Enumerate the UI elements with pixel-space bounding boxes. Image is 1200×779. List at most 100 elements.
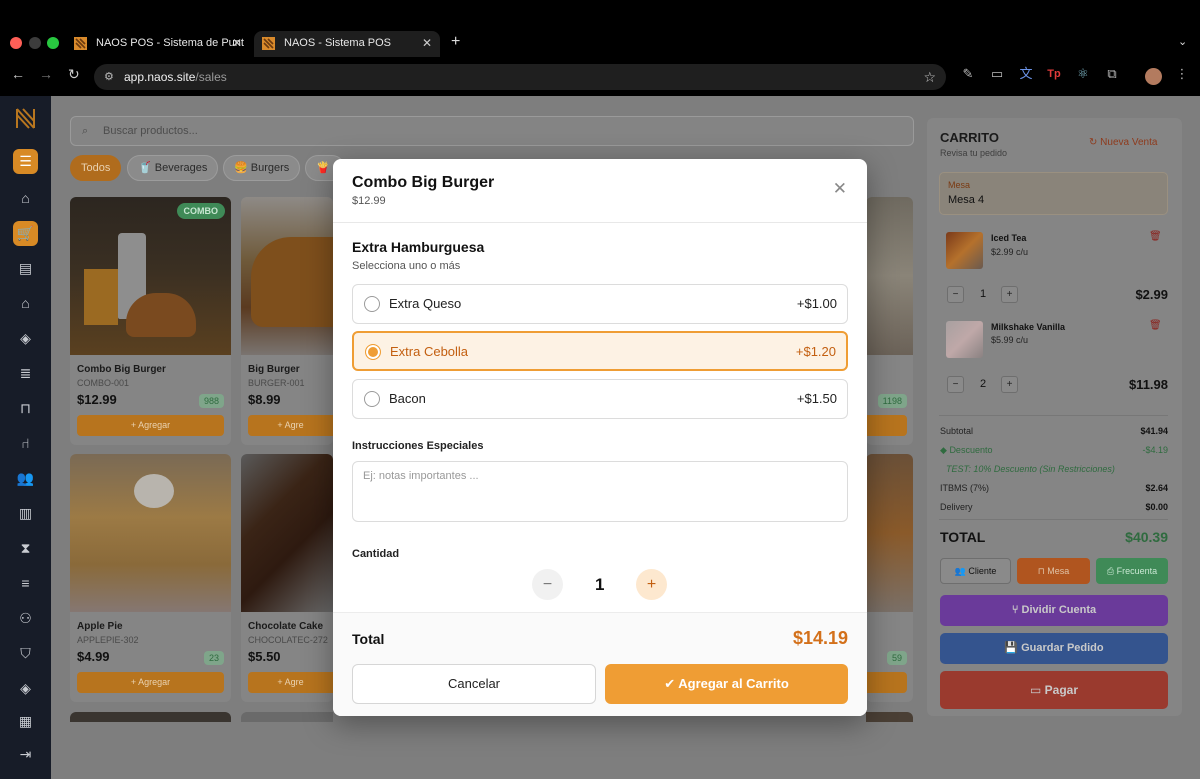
add-product-button[interactable]: + Agre	[248, 415, 333, 436]
profile-avatar[interactable]	[1145, 68, 1162, 85]
address-bar[interactable]: ⚙ app.naos.site/sales ☆	[94, 64, 946, 90]
subtotal-value: $41.94	[1140, 426, 1168, 436]
add-product-button[interactable]	[866, 415, 907, 436]
category-chip-beverages[interactable]: 🥤 Beverages	[127, 155, 219, 181]
building-icon[interactable]: ▦	[13, 709, 38, 734]
product-card[interactable]: 1198	[866, 197, 913, 445]
tax-value: $2.64	[1145, 483, 1168, 493]
close-icon[interactable]: ✕	[833, 179, 847, 199]
cart-nav-icon[interactable]: 🛒	[13, 221, 38, 246]
divider	[939, 519, 1168, 520]
product-search-input[interactable]: ⌕ Buscar productos...	[70, 116, 914, 146]
logout-icon[interactable]: ⇥	[13, 742, 38, 767]
qty-decrease-button[interactable]: −	[532, 569, 563, 600]
product-card[interactable]: Chocolate Cake CHOCOLATEC-272 $5.50 + Ag…	[241, 454, 333, 702]
react-extension-icon[interactable]: ⚛	[1075, 66, 1091, 82]
trash-icon[interactable]: 🗑	[1149, 320, 1162, 331]
food-icon: 🍟	[316, 162, 330, 174]
table-icon[interactable]: ⊓	[13, 396, 38, 421]
qty-increase-button[interactable]: +	[1001, 286, 1018, 303]
qty-increase-button[interactable]: +	[636, 569, 667, 600]
shield-icon[interactable]: ⛉	[13, 641, 38, 666]
client-button[interactable]: 👥 Cliente	[940, 558, 1011, 584]
tab-list-chevron-icon[interactable]: ⌄	[1178, 35, 1187, 48]
close-tab-icon[interactable]: ✕	[232, 31, 242, 55]
category-chip-burgers[interactable]: 🍔 Burgers	[223, 155, 301, 181]
qty-decrease-button[interactable]: −	[947, 286, 964, 303]
add-product-button[interactable]: + Agre	[248, 672, 333, 693]
tags-icon[interactable]: ◈	[13, 676, 38, 701]
frequent-button[interactable]: ⎙ Frecuenta	[1096, 558, 1168, 584]
archive-icon[interactable]: ▤	[13, 256, 38, 281]
browser-tab-2[interactable]: NAOS - Sistema POS ✕	[254, 31, 440, 57]
user-group-icon[interactable]: ⚇	[13, 606, 38, 631]
option-bacon[interactable]: Bacon +$1.50	[352, 379, 848, 419]
option-label: Bacon	[389, 391, 426, 406]
instructions-textarea[interactable]: Ej: notas importantes ...	[352, 461, 848, 522]
list-icon[interactable]: ≣	[13, 361, 38, 386]
forward-arrow-icon[interactable]: →	[39, 66, 53, 82]
cancel-button[interactable]: Cancelar	[352, 664, 596, 704]
table-field[interactable]: Mesa Mesa 4	[939, 172, 1168, 215]
pay-button[interactable]: ▭ Pagar	[940, 671, 1168, 709]
users-icon[interactable]: 👥	[13, 466, 38, 491]
new-sale-button[interactable]: ↻ Nueva Venta	[1089, 137, 1157, 148]
product-price: $5.50	[248, 649, 281, 664]
url-path: /sales	[195, 70, 227, 84]
card-extension-icon[interactable]: ▭	[989, 66, 1005, 82]
product-image	[241, 454, 333, 612]
tp-extension-icon[interactable]: Tp	[1046, 66, 1062, 82]
tag-icon[interactable]: ◈	[13, 326, 38, 351]
radio-button[interactable]	[364, 391, 380, 407]
product-name: Big Burger	[248, 364, 300, 375]
translate-extension-icon[interactable]: 文	[1018, 66, 1034, 82]
product-card[interactable]: 59	[866, 454, 913, 702]
add-product-button[interactable]	[866, 672, 907, 693]
document-icon[interactable]: ≡	[13, 571, 38, 596]
stock-badge: 23	[203, 651, 224, 665]
close-tab-icon[interactable]: ✕	[422, 31, 432, 55]
table-button[interactable]: ⊓ Mesa	[1017, 558, 1090, 584]
cart-item-unit-price: $2.99 c/u	[991, 247, 1029, 257]
save-order-button[interactable]: 💾 Guardar Pedido	[940, 633, 1168, 664]
product-card[interactable]: COMBO Combo Big Burger COMBO-001 $12.99 …	[70, 197, 231, 445]
trash-icon[interactable]: 🗑	[1149, 231, 1162, 242]
extensions-puzzle-icon[interactable]: ⧉	[1104, 66, 1120, 82]
qty-increase-button[interactable]: +	[1001, 376, 1018, 393]
bookmark-star-icon[interactable]: ☆	[923, 64, 936, 90]
pen-extension-icon[interactable]: ✎	[960, 66, 976, 82]
minimize-window-button[interactable]	[29, 37, 41, 49]
split-bill-button[interactable]: ⑂ Dividir Cuenta	[940, 595, 1168, 626]
maximize-window-button[interactable]	[47, 37, 59, 49]
store-icon[interactable]: ⌂	[13, 291, 38, 316]
add-product-button[interactable]: + Agregar	[77, 672, 224, 693]
back-arrow-icon[interactable]: ←	[11, 66, 25, 82]
product-card[interactable]: Apple Pie APPLEPIE-302 $4.99 23 + Agrega…	[70, 454, 231, 702]
qty-decrease-button[interactable]: −	[947, 376, 964, 393]
reload-icon[interactable]: ↻	[68, 66, 80, 83]
chair-icon[interactable]: ⑁	[13, 431, 38, 456]
add-to-cart-button[interactable]: ✔ Agregar al Carrito	[605, 664, 848, 704]
option-extra-cebolla[interactable]: Extra Cebolla +$1.20	[352, 331, 848, 371]
cart-item-total: $11.98	[1128, 377, 1168, 392]
close-window-button[interactable]	[10, 37, 22, 49]
browser-menu-icon[interactable]: ⋮	[1174, 66, 1190, 82]
burger-shape	[251, 237, 333, 327]
option-extra-queso[interactable]: Extra Queso +$1.00	[352, 284, 848, 324]
new-tab-button[interactable]: +	[451, 33, 460, 51]
site-settings-icon[interactable]: ⚙	[104, 64, 114, 90]
category-chip-todos[interactable]: Todos	[70, 155, 122, 181]
add-product-button[interactable]: + Agregar	[77, 415, 224, 436]
chart-icon[interactable]: ▥	[13, 501, 38, 526]
product-card[interactable]: Big Burger BURGER-001 $8.99 + Agre	[241, 197, 333, 445]
browser-tab-1[interactable]: NAOS POS - Sistema de Punt ✕	[66, 31, 250, 57]
hourglass-icon[interactable]: ⧗	[13, 536, 38, 561]
home-icon[interactable]: ⌂	[13, 186, 38, 211]
search-icon: ⌕	[82, 125, 89, 137]
browser-tab-title: NAOS POS - Sistema de Punt	[96, 37, 244, 49]
quantity-value: 1	[595, 575, 605, 594]
radio-button[interactable]	[364, 296, 380, 312]
menu-toggle-icon[interactable]: ☰	[13, 149, 38, 174]
cart-item-image	[946, 232, 983, 269]
radio-button[interactable]	[365, 344, 381, 360]
